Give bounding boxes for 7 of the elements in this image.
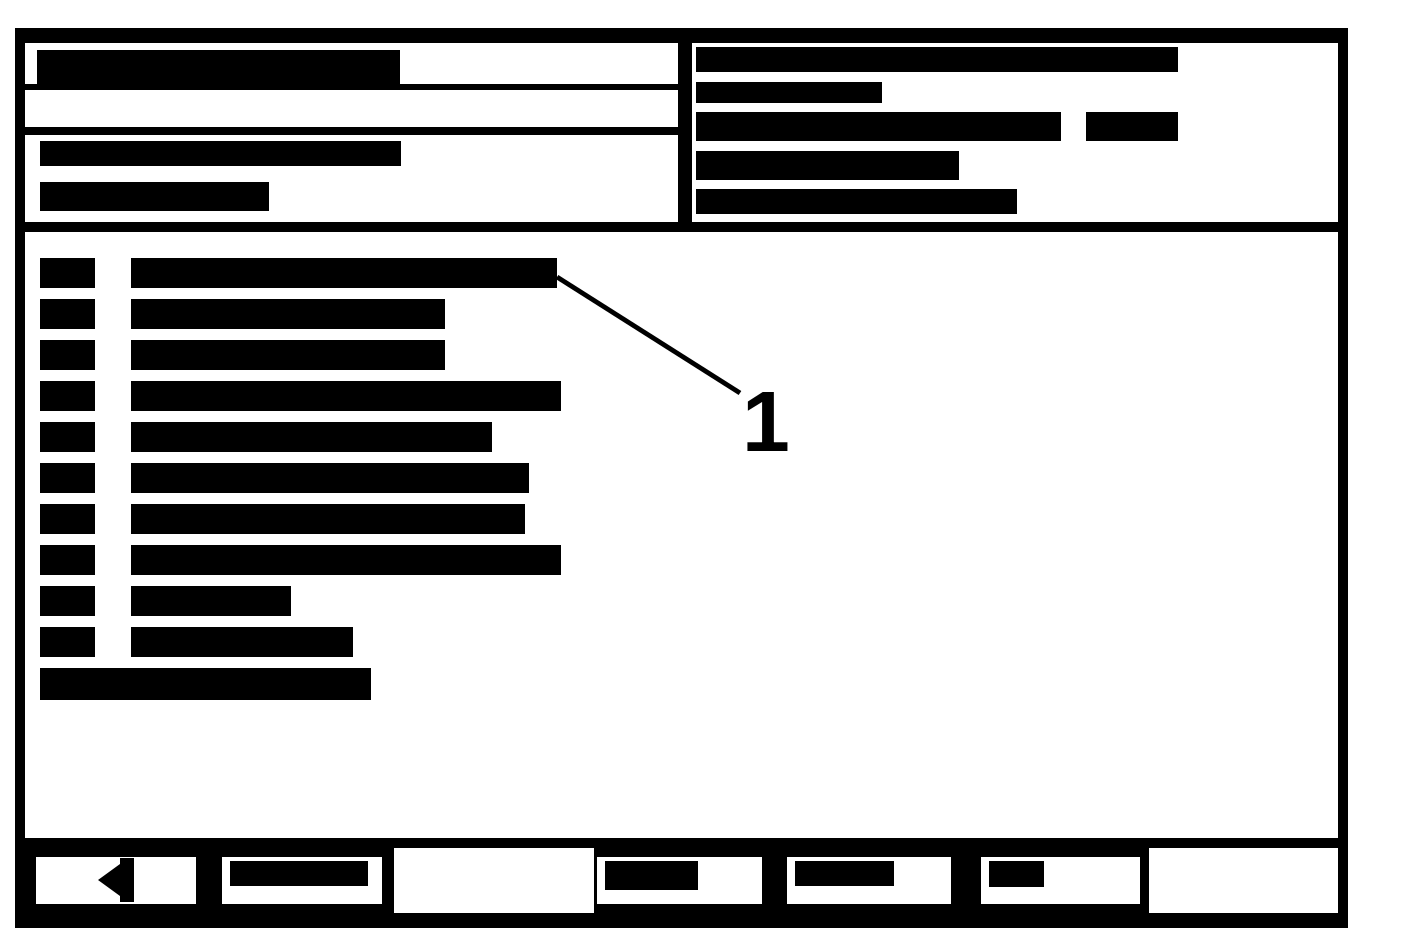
- softkey-button[interactable]: [36, 856, 196, 904]
- softkey-button[interactable]: [222, 856, 382, 904]
- softkey-button[interactable]: [787, 856, 951, 904]
- softkey-button[interactable]: [597, 856, 762, 904]
- left-triangle-icon: [98, 858, 134, 902]
- callout-number: 1: [742, 378, 790, 464]
- softkey-button[interactable]: [981, 856, 1140, 904]
